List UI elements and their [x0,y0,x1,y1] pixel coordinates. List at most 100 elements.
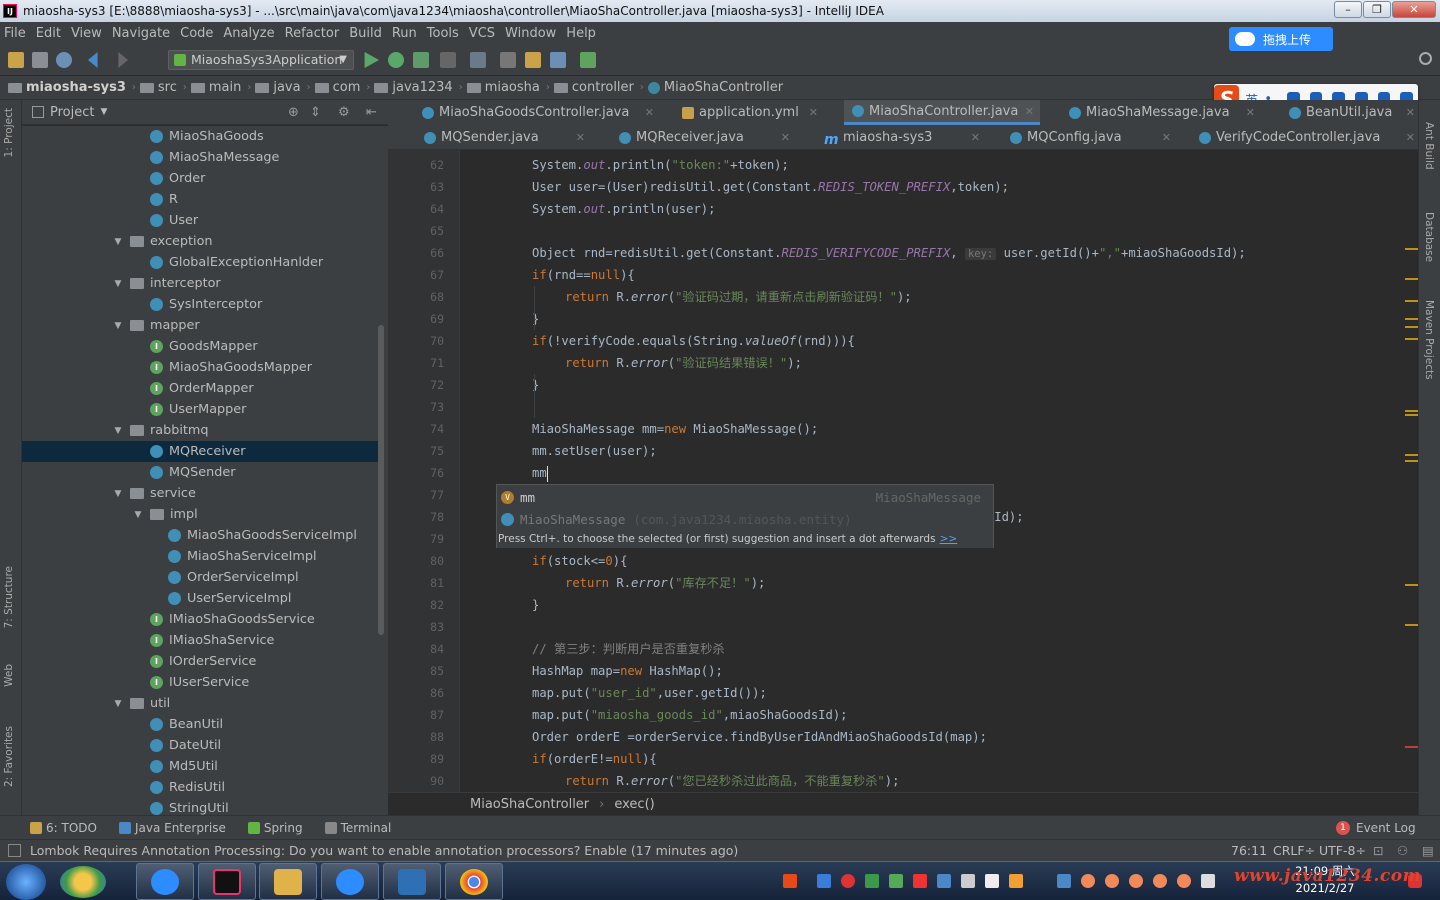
forward-arrow-icon[interactable] [118,52,128,68]
warning-marker[interactable] [1405,278,1418,280]
tray-icon-3[interactable] [937,874,951,888]
tree-item[interactable]: Md5Util [22,756,378,777]
taskbar-app-explorer[interactable] [259,863,317,900]
tree-item[interactable]: ▼ rabbitmq [22,420,378,441]
taskbar-app-editor[interactable] [383,863,441,900]
menu-item-help[interactable]: Help [566,26,596,41]
warning-marker[interactable] [1405,248,1418,250]
build-icon[interactable] [470,52,486,68]
app-launcher-icon[interactable] [60,866,106,898]
editor-tab[interactable]: MiaoShaMessage.java ✕ [1061,100,1261,125]
nvidia-icon[interactable] [889,874,903,888]
tool-window-tab[interactable]: Web [3,664,15,687]
code-line[interactable]: HashMap map=new HashMap(); [532,660,723,682]
event-log-button[interactable]: 1 Event Log [1336,820,1416,835]
tool-window-tab[interactable]: 7: Structure [3,566,15,628]
taskbar-app-intellij[interactable] [198,863,256,900]
editor-tab[interactable]: MQSender.java ✕ [416,125,591,150]
completion-item-mm[interactable]: V mm MiaoShaMessage [497,486,993,508]
menu-item-analyze[interactable]: Analyze [223,26,274,41]
debug-icon[interactable] [388,52,404,68]
inspector-icon[interactable]: ⚇ [1397,843,1408,858]
bottom-tool-tab[interactable]: Spring [247,821,303,835]
coverage-icon[interactable] [413,52,429,68]
code-line[interactable]: return R.error("验证码过期，请重新点击刷新验证码！"); [565,286,912,308]
breadcrumb-item[interactable]: main [190,80,241,95]
menu-item-window[interactable]: Window [505,26,556,41]
chevron-down-icon[interactable]: ▼ [112,699,124,709]
chevron-down-icon[interactable]: ▼ [112,489,124,499]
settings-icon[interactable] [525,52,541,68]
tree-item[interactable]: I OrderMapper [22,378,378,399]
breadcrumb-item[interactable]: src [139,80,177,95]
chevron-down-icon[interactable]: ▼ [100,107,107,117]
menu-item-refactor[interactable]: Refactor [285,26,340,41]
tool-window-tab[interactable]: 2: Favorites [3,726,15,787]
run-icon[interactable] [364,52,379,68]
tool-window-tab[interactable]: Maven Projects [1423,300,1435,380]
tree-item[interactable]: R [22,189,378,210]
tree-item[interactable]: MiaoShaMessage [22,147,378,168]
editor-tab[interactable]: application.yml ✕ [674,100,824,125]
breadcrumb-item[interactable]: java [255,80,301,95]
warning-marker[interactable] [1405,410,1418,412]
tree-item[interactable]: User [22,210,378,231]
line-separator[interactable]: CRLF÷ [1273,843,1315,858]
tree-item[interactable]: ▼ service [22,483,378,504]
search-everywhere-icon[interactable] [1419,52,1432,65]
close-tab-icon[interactable]: ✕ [645,106,654,119]
tree-item[interactable]: ▼ mapper [22,315,378,336]
close-tab-icon[interactable]: ✕ [781,131,790,144]
close-tab-icon[interactable]: ✕ [576,131,585,144]
save-icon[interactable] [32,52,48,68]
tree-item[interactable]: MiaoShaGoods [22,126,378,147]
tree-item[interactable]: I IOrderService [22,651,378,672]
gear-icon[interactable]: ⚙ [338,105,350,120]
tray-icon-7[interactable] [1057,874,1071,888]
tree-item[interactable]: ▼ impl [22,504,378,525]
menu-item-run[interactable]: Run [392,26,417,41]
close-tab-icon[interactable]: ✕ [1246,106,1255,119]
qq-icon[interactable] [1129,874,1143,888]
stop-icon[interactable] [440,52,456,68]
vcs-icon[interactable] [580,52,596,68]
qq-icon[interactable] [1177,874,1191,888]
lock-icon[interactable]: ⊡ [1373,843,1383,858]
project-panel-title[interactable]: Project [50,105,94,120]
qq-icon[interactable] [1081,874,1095,888]
warning-marker[interactable] [1405,414,1418,416]
menu-item-file[interactable]: File [4,26,26,41]
code-line[interactable]: Order orderE =orderService.findByUserIdA… [532,726,987,748]
collapse-icon[interactable]: ⇕ [310,105,321,120]
tray-icon-2[interactable] [841,874,855,888]
tree-item[interactable]: OrderServiceImpl [22,567,378,588]
tree-item[interactable]: MiaoShaGoodsServiceImpl [22,525,378,546]
maximize-button[interactable]: ❐ [1363,1,1391,18]
completion-item-class[interactable]: MiaoShaMessage (com.java1234.miaosha.ent… [497,508,993,530]
file-encoding[interactable]: UTF-8÷ [1319,843,1366,858]
tree-item[interactable]: DateUtil [22,735,378,756]
code-line[interactable]: } [532,594,539,616]
tree-item[interactable]: I IMiaoShaGoodsService [22,609,378,630]
qq-icon[interactable] [1153,874,1167,888]
close-tab-icon[interactable]: ✕ [971,131,980,144]
editor-tab[interactable]: MQConfig.java ✕ [1002,125,1177,150]
bottom-tool-tab[interactable]: Java Enterprise [118,821,226,835]
editor-tab[interactable]: VerifyCodeController.java ✕ [1191,125,1421,150]
tree-item[interactable]: I GoodsMapper [22,336,378,357]
code-line[interactable]: if(rnd==null){ [532,264,635,286]
tree-item[interactable]: MiaoShaServiceImpl [22,546,378,567]
project-scrollbar[interactable] [378,325,384,635]
locate-icon[interactable]: ⊕ [288,105,299,120]
tree-item[interactable]: GlobalExceptionHanlder [22,252,378,273]
warning-marker[interactable] [1405,624,1418,626]
code-line[interactable]: System.out.println("token:"+token); [532,154,789,176]
close-tab-icon[interactable]: ✕ [1025,105,1034,118]
taskbar-app-chrome[interactable] [445,863,503,900]
warning-marker[interactable] [1405,584,1418,586]
code-line[interactable]: MiaoShaMessage mm=new MiaoShaMessage(); [532,418,818,440]
warning-marker[interactable] [1405,454,1418,456]
code-line[interactable]: if(!verifyCode.equals(String.valueOf(rnd… [532,330,855,352]
breadcrumb-class[interactable]: MiaoShaController [470,797,589,812]
breadcrumb-item[interactable]: MiaoShaController [647,80,783,95]
